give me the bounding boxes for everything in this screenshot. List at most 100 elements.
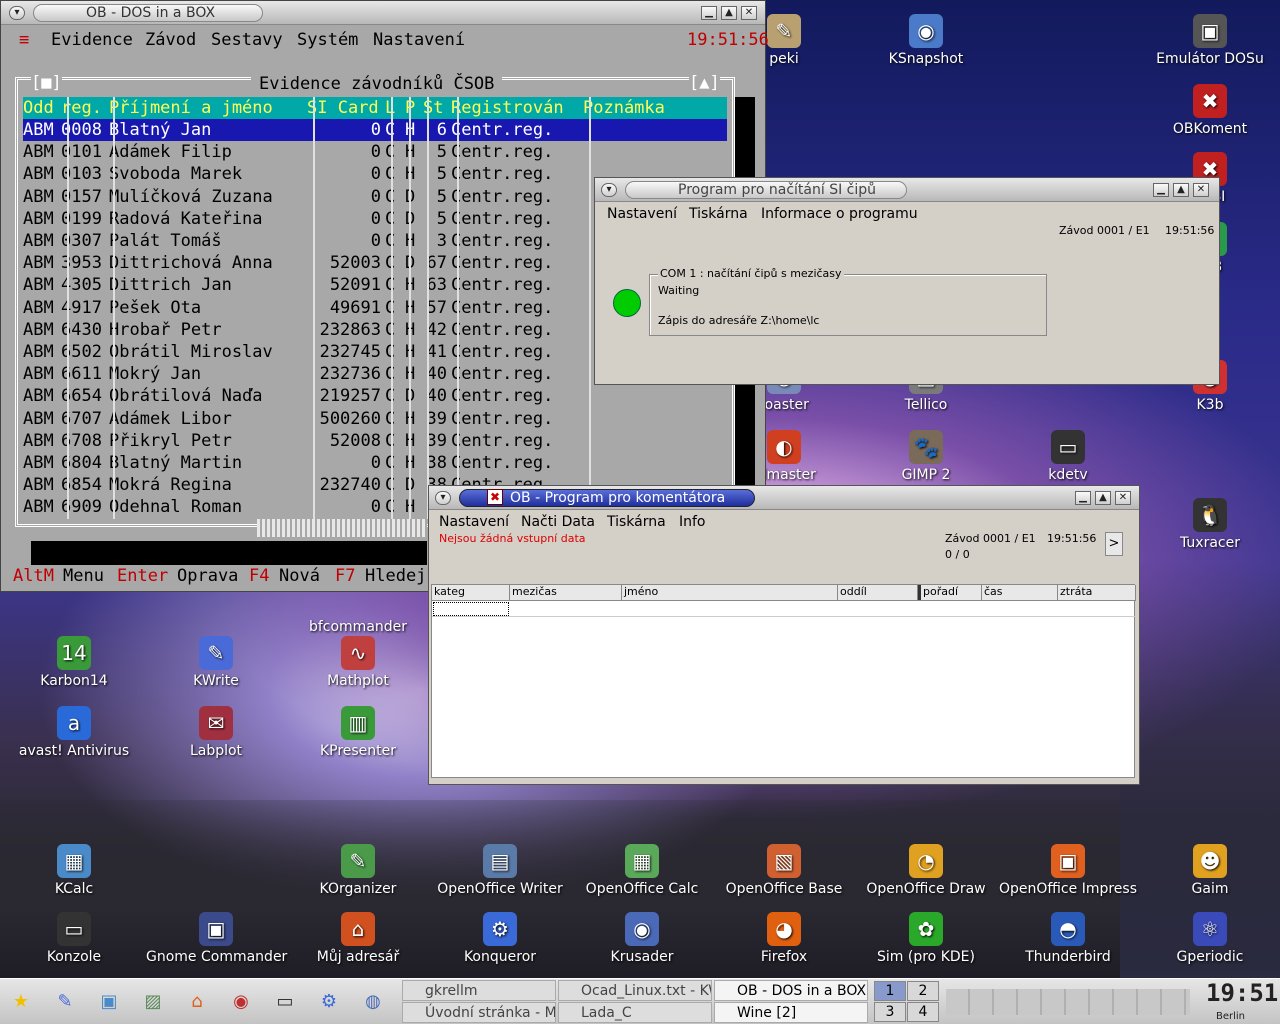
- clock[interactable]: 19:51: [1206, 979, 1278, 1007]
- komentator-titlebar[interactable]: ▾ OB - Program pro komentátora ✖ ▁ ▲ ✕: [429, 486, 1139, 510]
- grid-cell-selected[interactable]: [433, 602, 509, 616]
- window-menu-icon[interactable]: ▾: [601, 183, 617, 197]
- desktop-switch[interactable]: 1: [874, 981, 906, 1001]
- desktop-icon[interactable]: ◕ Firefox: [714, 912, 854, 965]
- table-row[interactable]: ABM0101Adámek Filip0CH5Centr.reg.: [23, 141, 727, 163]
- table-row[interactable]: ABM0008Blatný Jan0CH6Centr.reg.: [23, 119, 727, 141]
- desktop-icon[interactable]: ∿ Mathplot: [288, 636, 428, 689]
- desktop-icon[interactable]: ▣ OpenOffice Impress: [998, 844, 1138, 897]
- taskbar-task[interactable]: gkrellm: [402, 980, 556, 1001]
- dos-titlebar[interactable]: ▾ OB - DOS in a BOX ▁ ▲ ✕: [1, 1, 765, 25]
- taskbar-task[interactable]: OB - DOS in a BOX: [714, 980, 868, 1001]
- grid-column-header[interactable]: pořadí: [918, 585, 982, 600]
- menu-item[interactable]: Informace o programu: [761, 206, 918, 222]
- desktop-icon[interactable]: ▣ Emulátor DOSu: [1140, 14, 1280, 67]
- star-icon[interactable]: ★: [6, 987, 36, 1017]
- desktop-icon[interactable]: ✉ Labplot: [146, 706, 286, 759]
- close-button[interactable]: ✕: [741, 6, 757, 20]
- desktop-icon[interactable]: ◉ KSnapshot: [856, 14, 996, 67]
- desktop-icon[interactable]: a avast! Antivirus: [4, 706, 144, 759]
- grid-column-header[interactable]: kateg: [432, 585, 510, 600]
- komentator-window[interactable]: ▾ OB - Program pro komentátora ✖ ▁ ▲ ✕ N…: [428, 485, 1140, 785]
- desktop-icon[interactable]: ◉ Krusader: [572, 912, 712, 965]
- menu-item[interactable]: Načti Data: [521, 514, 595, 530]
- minimize-button[interactable]: ▁: [1075, 491, 1091, 505]
- desktop-icon[interactable]: ▭ kdetv: [998, 430, 1138, 483]
- menu-item[interactable]: Nastavení: [439, 514, 509, 530]
- close-button[interactable]: ✕: [1193, 183, 1209, 197]
- home-icon[interactable]: ⌂: [182, 987, 212, 1017]
- desktop-icon[interactable]: ◔ OpenOffice Draw: [856, 844, 996, 897]
- menu-item[interactable]: Info: [679, 514, 706, 530]
- si-titlebar[interactable]: ▾ Program pro načítání SI čipů ▁ ▲ ✕: [595, 178, 1219, 202]
- disk-icon[interactable]: ◍: [358, 987, 388, 1017]
- window-menu-icon[interactable]: ▾: [9, 6, 25, 20]
- desktop-icon[interactable]: ▣ Gnome Commander: [146, 912, 287, 965]
- dos-menu-item[interactable]: Závod: [145, 27, 196, 53]
- desktop-icon[interactable]: ▦ KCalc: [4, 844, 144, 897]
- konqueror-icon[interactable]: ⚙: [314, 987, 344, 1017]
- desktop-icon[interactable]: ▭ Konzole: [4, 912, 144, 965]
- grid-column-header[interactable]: oddíl: [838, 585, 918, 600]
- grid-column-header[interactable]: čas: [982, 585, 1058, 600]
- desktop-icon[interactable]: ✎ KOrganizer: [288, 844, 428, 897]
- grid-column-header[interactable]: jméno: [622, 585, 838, 600]
- terminal-icon[interactable]: ▭: [270, 987, 300, 1017]
- dos-menu-item[interactable]: Evidence: [51, 27, 133, 53]
- grid-column-header[interactable]: ztráta: [1058, 585, 1136, 600]
- desktop-icon[interactable]: ✎ KWrite: [146, 636, 286, 689]
- dos-menu-item[interactable]: Sestavy: [211, 27, 283, 53]
- hotkey[interactable]: F7: [335, 565, 355, 587]
- desktop-icon[interactable]: 🐾 GIMP 2: [856, 430, 996, 483]
- desktop-icon[interactable]: ▤ OpenOffice Writer: [430, 844, 570, 897]
- image-icon[interactable]: ▨: [138, 987, 168, 1017]
- desktop-icon[interactable]: ✖ OBKoment: [1140, 84, 1280, 137]
- table-row[interactable]: ABM6707Adámek Libor500260CH39Centr.reg.: [23, 408, 727, 430]
- maximize-button[interactable]: ▲: [1095, 491, 1111, 505]
- hotkey[interactable]: F4: [249, 565, 269, 587]
- desktop-switch[interactable]: 3: [874, 1002, 906, 1022]
- grid-column-header[interactable]: mezičas: [510, 585, 622, 600]
- minimize-button[interactable]: ▁: [1153, 183, 1169, 197]
- menu-item[interactable]: Nastavení: [607, 206, 677, 222]
- menu-item[interactable]: Tiskárna: [607, 514, 666, 530]
- dos-hscroll[interactable]: [257, 519, 427, 537]
- taskbar-task[interactable]: Wine [2]: [714, 1002, 868, 1023]
- panel-left-marker[interactable]: [■]: [31, 73, 62, 93]
- taskbar-task[interactable]: Ocad_Linux.txt - KW: [558, 980, 712, 1001]
- grid-row[interactable]: [432, 601, 1136, 617]
- desktop-switch[interactable]: 2: [907, 981, 939, 1001]
- dos-menu-item[interactable]: Nastavení: [373, 27, 465, 53]
- si-reader-window[interactable]: ▾ Program pro načítání SI čipů ▁ ▲ ✕ Nas…: [594, 177, 1220, 385]
- desktop-icon[interactable]: ▥ KPresenter: [288, 706, 428, 759]
- table-row[interactable]: ABM6708Přikryl Petr52008CH39Centr.reg.: [23, 430, 727, 452]
- taskbar-task[interactable]: Lada_C: [558, 1002, 712, 1023]
- close-button[interactable]: ✕: [1115, 491, 1131, 505]
- hotkey[interactable]: AltM: [13, 565, 54, 587]
- results-grid[interactable]: kateg mezičas jméno oddíl pořadí čas ztráta: [431, 584, 1136, 778]
- maximize-button[interactable]: ▲: [1173, 183, 1189, 197]
- monitor-icon[interactable]: ▣: [94, 987, 124, 1017]
- table-row[interactable]: ABM6804Blatný Martin0CH38Centr.reg.: [23, 452, 727, 474]
- desktop-icon[interactable]: ◓ Thunderbird: [998, 912, 1138, 965]
- desktop-switch[interactable]: 4: [907, 1002, 939, 1022]
- desktop-icon[interactable]: 🐧 Tuxracer: [1140, 498, 1280, 551]
- panel-right-marker[interactable]: [▲]: [689, 73, 720, 93]
- window-menu-icon[interactable]: ▾: [435, 491, 451, 505]
- menu-item[interactable]: Tiskárna: [689, 206, 748, 222]
- kde-icon[interactable]: ✎: [50, 987, 80, 1017]
- desktop-icon[interactable]: ⚛ Gperiodic: [1140, 912, 1280, 965]
- desktop-icon[interactable]: ⚙ Konqueror: [430, 912, 570, 965]
- desktop-icon[interactable]: ✿ Sim (pro KDE): [856, 912, 996, 965]
- desktop-icon[interactable]: ☻ Gaim: [1140, 844, 1280, 897]
- next-button[interactable]: >: [1105, 532, 1123, 556]
- minimize-button[interactable]: ▁: [701, 6, 717, 20]
- taskbar-task[interactable]: Úvodní stránka - Moz: [402, 1002, 556, 1023]
- desktop-icon[interactable]: ▧ OpenOffice Base: [714, 844, 854, 897]
- hotkey[interactable]: Enter: [117, 565, 168, 587]
- dos-menu-item[interactable]: Systém: [297, 27, 358, 53]
- table-row[interactable]: ABM6654Obrátilová Naďa219257CD40Centr.re…: [23, 385, 727, 407]
- desktop-icon[interactable]: 14 Karbon14: [4, 636, 144, 689]
- desktop-icon[interactable]: ▦ OpenOffice Calc: [572, 844, 712, 897]
- system-menu-icon[interactable]: ≡: [19, 27, 29, 53]
